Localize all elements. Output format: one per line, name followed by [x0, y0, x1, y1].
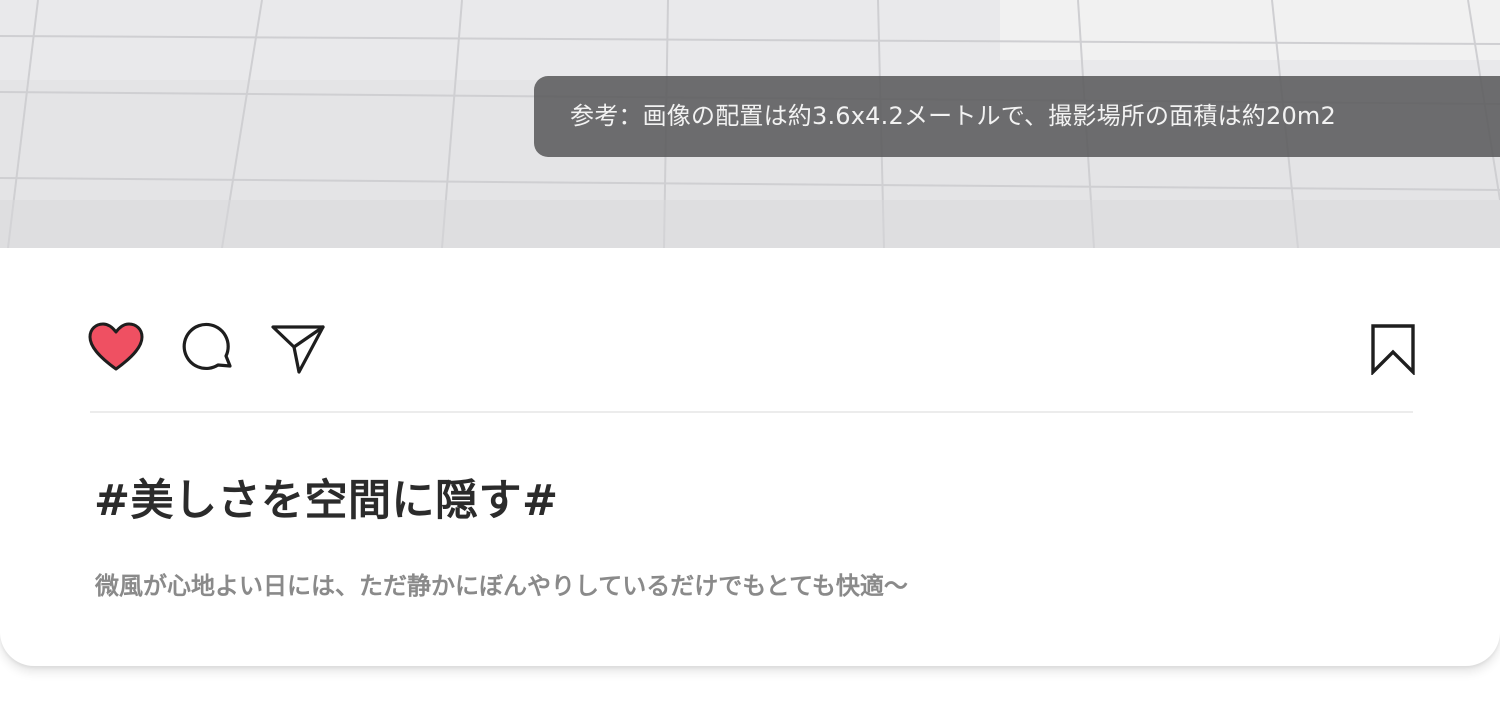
bookmark-icon[interactable]: [1370, 323, 1416, 375]
action-bar: [0, 248, 1500, 412]
paper-plane-icon[interactable]: [270, 323, 326, 375]
post-page: 参考：画像の配置は約3.6x4.2メートルで、撮影場所の面積は約20m2 #美し…: [0, 0, 1500, 702]
speech-bubble-icon[interactable]: [180, 322, 236, 374]
post-description: 微風が心地よい日には、ただ静かにぼんやりしているだけでもとても快適〜: [95, 572, 908, 600]
post-card: 参考：画像の配置は約3.6x4.2メートルで、撮影場所の面積は約20m2 #美し…: [0, 0, 1500, 666]
photo-caption: 参考：画像の配置は約3.6x4.2メートルで、撮影場所の面積は約20m2: [534, 76, 1500, 157]
heart-icon[interactable]: [88, 322, 144, 372]
post-title: #美しさを空間に隠す#: [94, 476, 559, 526]
post-photo: 参考：画像の配置は約3.6x4.2メートルで、撮影場所の面積は約20m2: [0, 0, 1500, 248]
section-divider: [90, 411, 1413, 413]
